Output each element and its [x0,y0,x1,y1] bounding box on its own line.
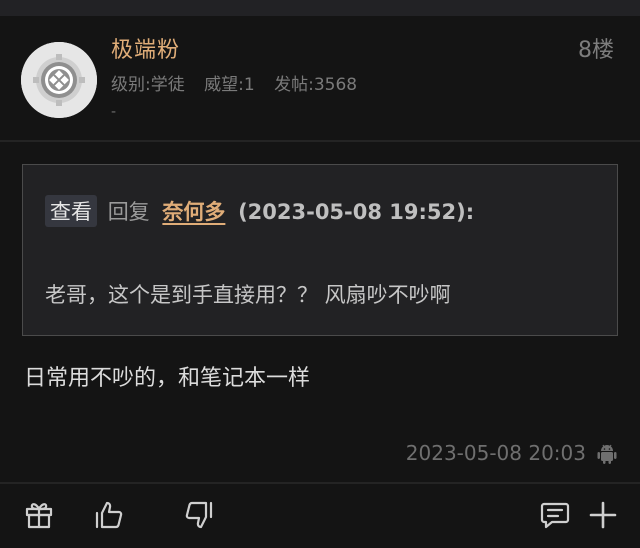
user-meta: 级别:学徒 威望:1 发帖:3568 [111,70,371,95]
user-level: 级别:学徒 [111,75,185,95]
android-icon [597,444,617,464]
user-post-count: 发帖:3568 [274,75,358,95]
user-prestige: 威望:1 [204,75,255,95]
comment-icon[interactable] [538,498,572,532]
post-timestamp: 2023-05-08 20:03 [405,441,586,465]
post-actions [0,486,640,548]
floor-number: 8楼 [578,38,614,63]
quote-text: 老哥，这个是到手直接用？？ 风扇吵不吵啊 [45,283,451,307]
quote-block: 查看 回复 奈何多 (2023-05-08 19:52): 老哥，这个是到手直接… [22,164,618,336]
reply-label: 回复 [107,200,150,224]
post-header: 极端粉 8楼 级别:学徒 威望:1 发帖:3568 - [0,16,640,142]
reply-time: (2023-05-08 19:52): [238,200,475,224]
header-divider [0,140,640,142]
thumbs-up-icon[interactable] [92,498,126,532]
quote-header: 查看 回复 奈何多 (2023-05-08 19:52): [45,195,474,227]
default-avatar-icon [21,42,97,118]
avatar[interactable] [21,42,97,118]
top-strip [0,0,640,16]
forum-post: 极端粉 8楼 级别:学徒 威望:1 发帖:3568 - 查看 回复 奈何多 (2… [0,16,640,548]
view-quote-button[interactable]: 查看 [45,195,97,227]
gift-icon[interactable] [22,498,56,532]
thumbs-down-icon[interactable] [182,498,216,532]
plus-icon[interactable] [586,498,620,532]
post-content: 日常用不吵的，和笔记本一样 [24,366,311,391]
actions-divider [0,482,640,484]
reply-user-link[interactable]: 奈何多 [162,200,225,224]
user-signature: - [111,104,117,120]
username[interactable]: 极端粉 [111,32,180,64]
